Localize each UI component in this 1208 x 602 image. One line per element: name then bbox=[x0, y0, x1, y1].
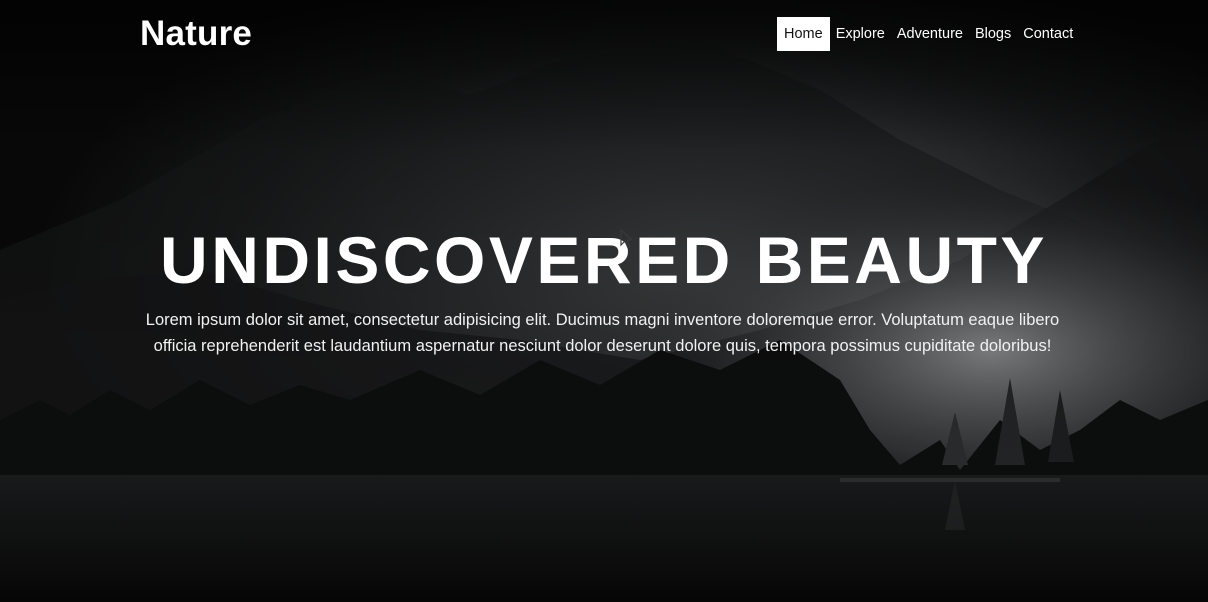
nav-item-home[interactable]: Home bbox=[777, 17, 830, 51]
site-header: Nature Home Explore Adventure Blogs Cont… bbox=[0, 0, 1208, 68]
nav-item-blogs[interactable]: Blogs bbox=[969, 17, 1017, 51]
hero-description: Lorem ipsum dolor sit amet, consectetur … bbox=[145, 311, 1060, 355]
mouse-cursor-icon bbox=[620, 229, 634, 249]
hero-section: Nature Home Explore Adventure Blogs Cont… bbox=[0, 0, 1208, 602]
main-nav: Home Explore Adventure Blogs Contact bbox=[777, 17, 1079, 51]
nav-item-explore[interactable]: Explore bbox=[830, 17, 891, 51]
site-logo[interactable]: Nature bbox=[140, 13, 252, 55]
hero-headline: UNDISCOVERED BEAUTY bbox=[160, 223, 1048, 297]
hero-background-image bbox=[0, 0, 1208, 602]
nav-item-adventure[interactable]: Adventure bbox=[891, 17, 969, 51]
nav-item-contact[interactable]: Contact bbox=[1017, 17, 1079, 51]
